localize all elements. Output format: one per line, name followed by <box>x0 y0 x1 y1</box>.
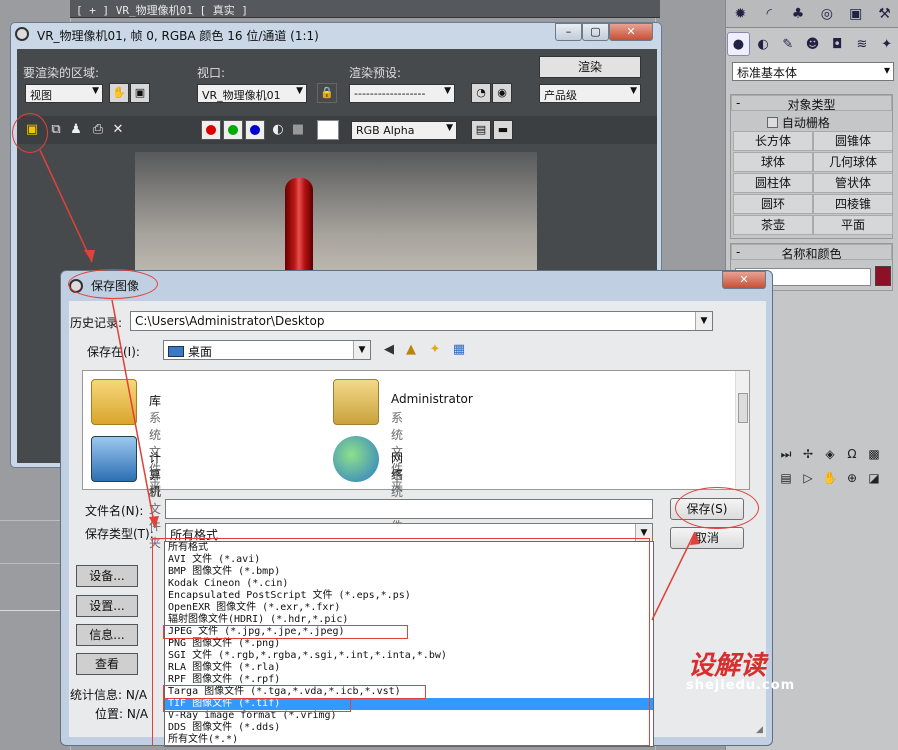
arrow-head <box>84 250 95 262</box>
watermark-url: shejiedu.com <box>686 678 796 693</box>
watermark-logo: 设解读 <box>688 651 767 681</box>
arrow-line <box>39 149 93 263</box>
arrow-line <box>651 531 696 621</box>
arrow-line <box>111 299 156 529</box>
annotation-arrows <box>39 149 700 621</box>
